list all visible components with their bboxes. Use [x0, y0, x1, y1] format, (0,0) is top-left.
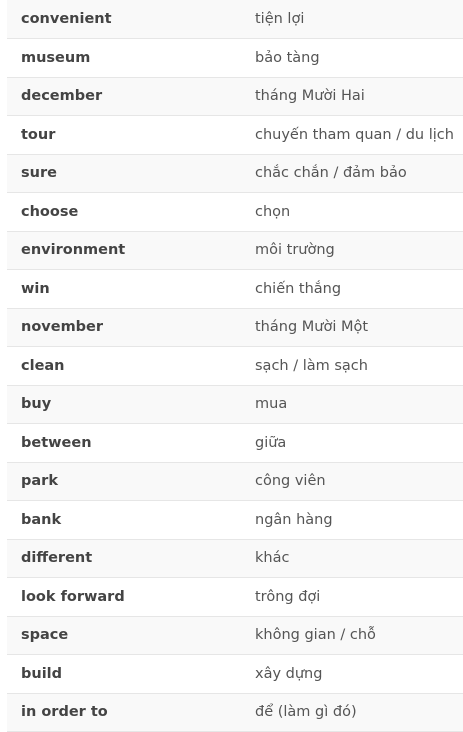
table-row: in order to để (làm gì đó)	[7, 693, 463, 732]
term-cell: between	[7, 423, 241, 463]
meaning-cell: sạch / làm sạch	[241, 346, 463, 386]
term-cell: in order to	[7, 693, 241, 732]
term-cell: clean	[7, 346, 241, 386]
table-row: buy mua	[7, 385, 463, 424]
meaning-cell: để (làm gì đó)	[241, 693, 463, 732]
term-cell: space	[7, 616, 241, 655]
table-row: between giữa	[7, 423, 463, 463]
table-row: different khác	[7, 539, 463, 578]
vocabulary-table-body: convenient tiện lợi museum bảo tàng decemb…	[7, 0, 463, 732]
term-cell: sure	[7, 154, 241, 193]
table-row: look forward trông đợi	[7, 577, 463, 617]
table-row: environment môi trường	[7, 231, 463, 270]
table-row: choose chọn	[7, 192, 463, 232]
vocabulary-table: convenient tiện lợi museum bảo tàng decemb…	[7, 0, 463, 732]
term-cell: win	[7, 269, 241, 309]
term-cell: bank	[7, 500, 241, 540]
term-cell: convenient	[7, 0, 241, 39]
meaning-cell: giữa	[241, 423, 463, 463]
table-row: win chiến thắng	[7, 269, 463, 309]
meaning-cell: xây dựng	[241, 654, 463, 694]
table-row: sure chắc chắn / đảm bảo	[7, 154, 463, 193]
meaning-cell: bảo tàng	[241, 38, 463, 78]
meaning-cell: công viên	[241, 462, 463, 501]
term-cell: park	[7, 462, 241, 501]
meaning-cell: tiện lợi	[241, 0, 463, 39]
table-row: tour chuyến tham quan / du lịch	[7, 115, 463, 155]
term-cell: choose	[7, 192, 241, 232]
table-row: convenient tiện lợi	[7, 0, 463, 39]
meaning-cell: chắc chắn / đảm bảo	[241, 154, 463, 193]
term-cell: environment	[7, 231, 241, 270]
meaning-cell: trông đợi	[241, 577, 463, 617]
term-cell: museum	[7, 38, 241, 78]
table-row: build xây dựng	[7, 654, 463, 694]
meaning-cell: chọn	[241, 192, 463, 232]
table-row: december tháng Mười Hai	[7, 77, 463, 116]
table-row: bank ngân hàng	[7, 500, 463, 540]
term-cell: look forward	[7, 577, 241, 617]
meaning-cell: tháng Mười Một	[241, 308, 463, 347]
meaning-cell: khác	[241, 539, 463, 578]
meaning-cell: ngân hàng	[241, 500, 463, 540]
meaning-cell: tháng Mười Hai	[241, 77, 463, 116]
term-cell: different	[7, 539, 241, 578]
term-cell: november	[7, 308, 241, 347]
term-cell: tour	[7, 115, 241, 155]
table-row: clean sạch / làm sạch	[7, 346, 463, 386]
table-row: november tháng Mười Một	[7, 308, 463, 347]
term-cell: buy	[7, 385, 241, 424]
meaning-cell: chuyến tham quan / du lịch	[241, 115, 463, 155]
meaning-cell: môi trường	[241, 231, 463, 270]
meaning-cell: mua	[241, 385, 463, 424]
meaning-cell: không gian / chỗ	[241, 616, 463, 655]
table-row: museum bảo tàng	[7, 38, 463, 78]
table-row: space không gian / chỗ	[7, 616, 463, 655]
table-row: park công viên	[7, 462, 463, 501]
term-cell: december	[7, 77, 241, 116]
meaning-cell: chiến thắng	[241, 269, 463, 309]
term-cell: build	[7, 654, 241, 694]
